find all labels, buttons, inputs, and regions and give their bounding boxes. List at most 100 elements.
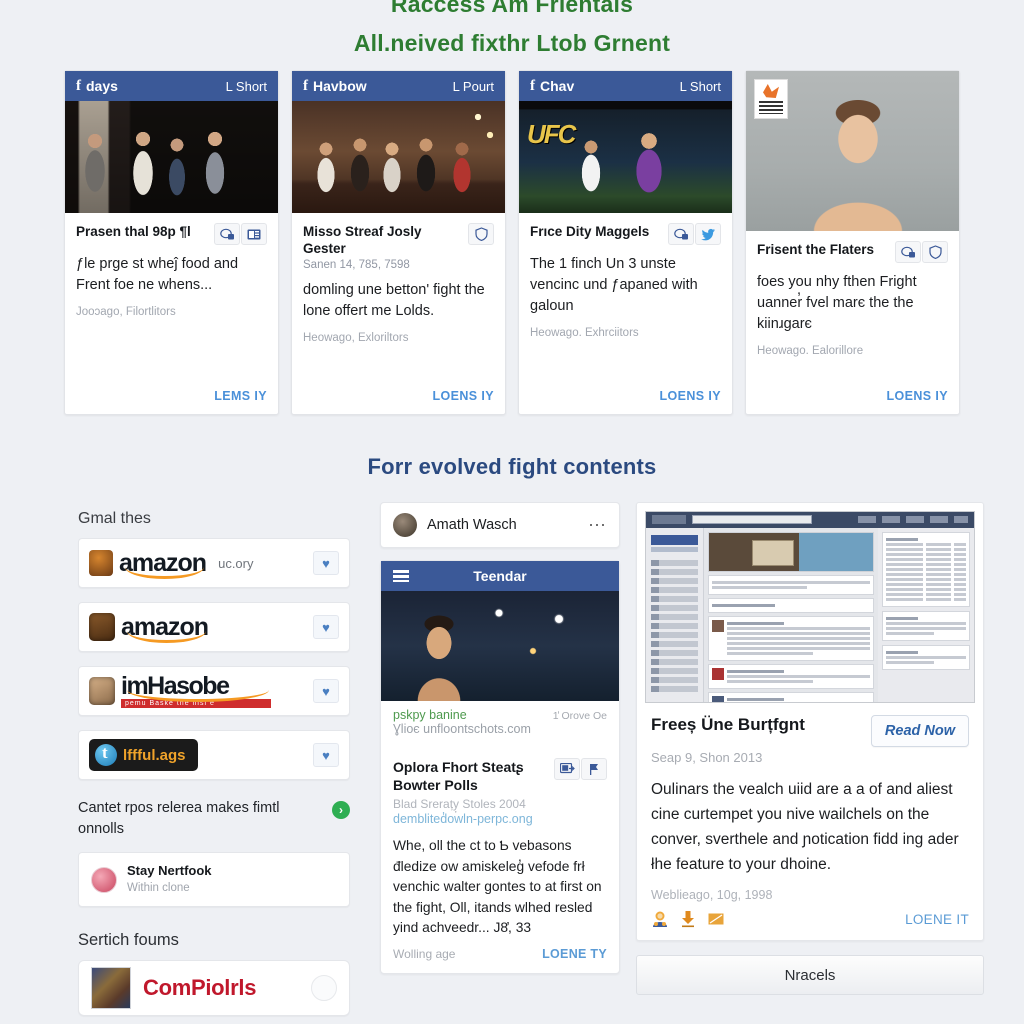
download-icon[interactable] xyxy=(679,910,697,928)
lower-grid: Gmal thes amazon uc.ory ♥ amazon ♥ imHas… xyxy=(64,502,984,1016)
left-column-note: Cantet rpos relerea makes fimtl onnolls … xyxy=(64,794,364,848)
list-item[interactable]: lffful.ags ♥ xyxy=(78,730,350,780)
amazon-logo-icon: amazon xyxy=(89,613,209,643)
arrow-badge-icon[interactable]: › xyxy=(332,801,350,819)
list-item[interactable]: amazon uc.ory ♥ xyxy=(78,538,350,588)
lffful-logo-icon: lffful.ags xyxy=(89,739,198,771)
more-options-icon[interactable]: ⋯ xyxy=(588,516,607,534)
card-meta: Jooɔago, Filortlitors xyxy=(76,306,176,318)
card-title: Misso Streaf Josly Gester xyxy=(303,224,422,256)
list-item[interactable]: ComPiolrls xyxy=(78,960,350,1016)
news-card[interactable]: f days L Short Prasen thal 98p ¶l ƒle pr… xyxy=(64,70,279,415)
card-footer-link[interactable]: LEMS IY xyxy=(65,377,278,414)
favorite-heart-icon[interactable]: ♥ xyxy=(313,743,339,767)
screenshot-preview-image xyxy=(645,511,975,703)
section-heading: Forr evolved fight contents xyxy=(367,454,657,479)
post-footer-link[interactable]: LOENE TY xyxy=(542,947,607,961)
favorite-heart-icon[interactable]: ♥ xyxy=(313,615,339,639)
article-icon-group xyxy=(651,910,725,928)
card-icon-group xyxy=(895,241,948,263)
card-body: The 1 finch Un 3 unste vencinc und ƒapan… xyxy=(530,256,698,314)
post-meta: Wolling age xyxy=(393,946,456,961)
card-bar-left: f Chav xyxy=(530,78,574,95)
flag-icon[interactable] xyxy=(581,758,607,780)
ufc-logo: UFC xyxy=(527,119,576,149)
shield-icon[interactable] xyxy=(922,241,948,263)
post-link-label[interactable]: pskpy banine xyxy=(393,708,467,722)
mid-column: Amath Wasch ⋯ Teendar pskpy banine 1̓ Or… xyxy=(380,502,620,1016)
note-icon[interactable] xyxy=(707,910,725,928)
card-facebook-bar: f Havbow L Pourt xyxy=(292,71,505,101)
user-group-icon[interactable] xyxy=(651,910,669,928)
avatar xyxy=(393,513,417,537)
card-footer-link[interactable]: LOENS IY xyxy=(746,377,959,414)
left-column-label: Gmal thes xyxy=(78,510,151,527)
mini-card-subtitle: Within clone xyxy=(127,882,190,894)
article-card[interactable]: Freeș Üne Burțfgnt Read Now Seap 9, Sh… xyxy=(636,502,984,941)
card-bar-left-label: Chav xyxy=(540,78,575,94)
card-body: foes you nhy fthen Fright uanner̓ fvel m… xyxy=(757,274,917,332)
comment-icon[interactable] xyxy=(668,223,694,245)
favorite-heart-icon[interactable]: ♥ xyxy=(313,551,339,575)
list-item[interactable]: amazon ♥ xyxy=(78,602,350,652)
news-card[interactable]: f Havbow L Pourt Misso Streaf Josly Gest… xyxy=(291,70,506,415)
imhasobe-wordmark: imHasobe xyxy=(121,674,271,702)
article-date: Seap 9, Shon 2013 xyxy=(651,750,763,765)
card-bar-left-label: days xyxy=(86,78,118,94)
comment-icon[interactable] xyxy=(214,223,240,245)
card-thumbnail xyxy=(746,71,959,231)
card-footer-link[interactable]: LOENS IY xyxy=(292,377,505,414)
post-icon-group xyxy=(554,758,607,780)
news-card-row: f days L Short Prasen thal 98p ¶l ƒle pr… xyxy=(64,70,960,415)
news-card[interactable]: Frisent the Flaters foes you nhy fthen F… xyxy=(745,70,960,415)
news-card[interactable]: f Chav L Short UFC Frıce Dity Maggels Th… xyxy=(518,70,733,415)
card-icon-group xyxy=(668,223,721,245)
bottom-bar-button[interactable]: Nracels xyxy=(636,955,984,995)
user-name: Amath Wasch xyxy=(427,517,517,533)
post-inline-link[interactable]: demblited̓owln-perpc.ong xyxy=(381,811,619,826)
amazon-wordmark: amazon xyxy=(119,549,207,579)
facebook-f-icon: f xyxy=(76,77,81,94)
card-facebook-bar: f days L Short xyxy=(65,71,278,101)
user-header-card[interactable]: Amath Wasch ⋯ xyxy=(380,502,620,548)
article-title: Freeș Üne Burțfgnt xyxy=(651,715,805,734)
favorite-heart-icon[interactable]: ♥ xyxy=(313,679,339,703)
page-title-line2: All.neived fixthr Ltob Grnent xyxy=(353,30,671,56)
card-footer-link[interactable]: LOENS IY xyxy=(519,377,732,414)
post-title: Oplora Fhort Steatʂ Bowter Polls xyxy=(393,759,524,793)
shield-icon[interactable] xyxy=(468,223,494,245)
amazon-logo-icon: amazon uc.ory xyxy=(89,549,254,579)
list-item[interactable]: Stay Nertfook Within clone xyxy=(78,852,350,907)
note-text: Cantet rpos relerea makes fimtl onnolls xyxy=(78,800,280,837)
left-column: Gmal thes amazon uc.ory ♥ amazon ♥ imHas… xyxy=(64,502,364,1016)
post-app-bar-title: Teendar xyxy=(473,568,527,584)
list-item[interactable]: imHasobe pemu Baske the nisl e ♥ xyxy=(78,666,350,716)
article-footer-link[interactable]: LOENE IT xyxy=(905,912,969,927)
comment-icon[interactable] xyxy=(895,241,921,263)
card-meta: Heowago, Exloriltors xyxy=(303,332,409,344)
post-subtitle: Blad Srerațy̦ Stoles 2004 xyxy=(393,797,526,811)
screen-share-icon[interactable] xyxy=(554,758,580,780)
brand-mark-icon xyxy=(89,677,115,705)
card-bar-right-label: L Short xyxy=(225,78,267,94)
card-title: Frıce Dity Maggels xyxy=(530,224,650,239)
twitter-icon[interactable] xyxy=(695,223,721,245)
post-body: Whe, oll the ct to Ƅ vebasons đledize ow… xyxy=(393,838,602,935)
status-ring-icon xyxy=(311,975,337,1001)
card-thumbnail xyxy=(65,101,278,213)
thumbnail-image xyxy=(91,967,131,1009)
card-meta: Heowago. Ealorillore xyxy=(757,345,864,357)
page-title-line1: Raccess Am Frientals xyxy=(390,0,634,17)
post-card[interactable]: Teendar pskpy banine 1̓ Orove Oe Ɣlioє u… xyxy=(380,560,620,974)
hamburger-menu-icon[interactable] xyxy=(393,570,409,582)
card-title: Frisent the Flaters xyxy=(757,242,875,257)
mini-card-title: Stay Nertfook xyxy=(127,863,212,878)
avatar xyxy=(91,866,117,893)
imhasobe-logo-icon: imHasobe pemu Baske the nisl e xyxy=(89,674,271,708)
card-date: Sanen 14, 785, 7598 xyxy=(303,259,410,271)
news-icon[interactable] xyxy=(241,223,267,245)
read-now-button[interactable]: Read Now xyxy=(870,715,969,747)
card-body: ƒle prge st wheĵ food and Frent foe ne w… xyxy=(76,256,239,293)
page-header: Raccess Am Frientals All.neived fixthr L… xyxy=(0,0,1024,57)
card-bar-right-label: L Short xyxy=(679,78,721,94)
